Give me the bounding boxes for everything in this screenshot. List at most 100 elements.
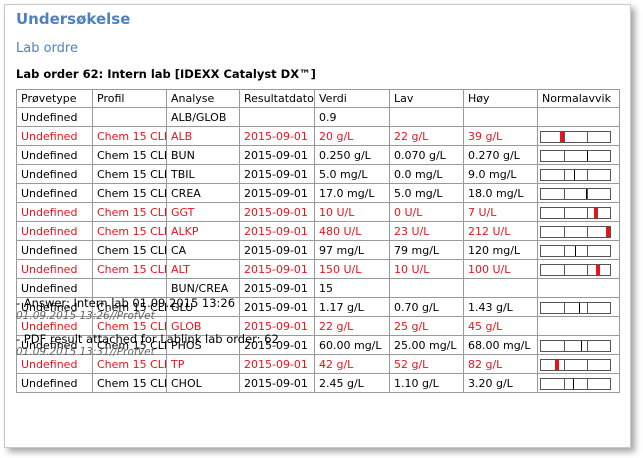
deviation-bar — [540, 168, 611, 181]
cell-value: 2.45 g/L — [314, 373, 390, 393]
cell-sample-type: Undefined — [16, 259, 93, 279]
cell-result-date: 2015-09-01 — [239, 145, 315, 165]
cell-normal-deviation — [537, 202, 620, 222]
cell-high: 39 g/L — [463, 126, 538, 146]
cell-low: 79 mg/L — [389, 240, 464, 260]
cell-normal-deviation — [537, 297, 620, 317]
cell-high: 45 g/L — [463, 316, 538, 336]
deviation-marker — [594, 207, 598, 218]
cell-analysis: GGT — [166, 202, 240, 222]
table-header-row: Prøvetype Profil Analyse Resultatdato Verdi L… — [16, 89, 620, 108]
deviation-bar — [540, 206, 611, 219]
table-row[interactable]: Undefined Chem 15 CLIP CREA 2015-09-01 17.0 … — [16, 183, 620, 203]
range-boundary-tick — [564, 378, 565, 389]
cell-result-date: 2015-09-01 — [239, 164, 315, 184]
cell-low: 0.0 mg/L — [389, 164, 464, 184]
range-boundary-tick — [564, 340, 565, 351]
deviation-marker — [573, 378, 574, 389]
cell-high: 7 U/L — [463, 202, 538, 222]
cell-analysis: TBIL — [166, 164, 240, 184]
cell-analysis: CREA — [166, 183, 240, 203]
cell-value: 15 — [314, 278, 390, 298]
cell-value: 1.17 g/L — [314, 297, 390, 317]
cell-low: 52 g/L — [389, 354, 464, 374]
table-row[interactable]: Undefined Chem 15 CLIP CHOL 2015-09-01 2.45 … — [16, 373, 620, 393]
table-row[interactable]: Undefined Chem 15 CLIP ALKP 2015-09-01 480 U… — [16, 221, 620, 241]
cell-high: 120 mg/L — [463, 240, 538, 260]
column-header[interactable]: Høy — [463, 89, 538, 108]
table-row[interactable]: Undefined Chem 15 CLIP BUN 2015-09-01 0.250 … — [16, 145, 620, 165]
deviation-bar — [540, 187, 611, 200]
deviation-bar — [540, 130, 611, 143]
column-header[interactable]: Lav — [389, 89, 464, 108]
cell-normal-deviation — [537, 183, 620, 203]
page-title: Undersøkelse — [16, 10, 131, 28]
cell-high: 0.270 g/L — [463, 145, 538, 165]
cell-high — [463, 278, 538, 298]
column-header[interactable]: Prøvetype — [16, 89, 93, 108]
table-row[interactable]: Undefined Chem 15 CLIP ALB 2015-09-01 20 g/L… — [16, 126, 620, 146]
cell-low: 1.10 g/L — [389, 373, 464, 393]
cell-analysis: CHOL — [166, 373, 240, 393]
cell-sample-type: Undefined — [16, 202, 93, 222]
cell-profile: Chem 15 CLIP — [92, 183, 167, 203]
cell-low: 22 g/L — [389, 126, 464, 146]
column-header[interactable]: Resultatdato — [239, 89, 315, 108]
deviation-marker — [575, 245, 576, 256]
table-row[interactable]: Undefined ALB/GLOB 0.9 — [16, 107, 620, 127]
cell-high: 100 U/L — [463, 259, 538, 279]
cell-value: 0.9 — [314, 107, 390, 127]
cell-result-date — [239, 107, 315, 127]
cell-sample-type: Undefined — [16, 126, 93, 146]
cell-low — [389, 278, 464, 298]
range-boundary-tick — [587, 226, 588, 237]
lab-order-title: Lab order 62: Intern lab [IDEXX Catalyst… — [16, 67, 316, 81]
deviation-bar — [540, 339, 611, 352]
cell-value: 42 g/L — [314, 354, 390, 374]
column-header[interactable]: Profil — [92, 89, 167, 108]
deviation-marker — [587, 150, 588, 161]
cell-value: 5.0 mg/L — [314, 164, 390, 184]
cell-high: 1.43 g/L — [463, 297, 538, 317]
cell-value: 0.250 g/L — [314, 145, 390, 165]
column-header[interactable]: Verdi — [314, 89, 390, 108]
answer-note-meta: 01.09.2015 13:26//ProfVet — [16, 310, 155, 322]
table-row[interactable]: Undefined BUN/CREA 2015-09-01 15 — [16, 278, 620, 298]
range-boundary-tick — [587, 378, 588, 389]
table-row[interactable]: Undefined Chem 15 CLIP ALT 2015-09-01 150 U/… — [16, 259, 620, 279]
column-header[interactable]: Analyse — [166, 89, 240, 108]
cell-high: 18.0 mg/L — [463, 183, 538, 203]
table-row[interactable]: Undefined Chem 15 CLIP GGT 2015-09-01 10 U/L… — [16, 202, 620, 222]
deviation-bar — [540, 263, 611, 276]
range-boundary-tick — [564, 264, 565, 275]
cell-result-date: 2015-09-01 — [239, 373, 315, 393]
table-row[interactable]: Undefined Chem 15 CLIP TBIL 2015-09-01 5.0 m… — [16, 164, 620, 184]
cell-sample-type: Undefined — [16, 221, 93, 241]
cell-low: 5.0 mg/L — [389, 183, 464, 203]
cell-high: 212 U/L — [463, 221, 538, 241]
table-row[interactable]: Undefined Chem 15 CLIP CA 2015-09-01 97 mg/L… — [16, 240, 620, 260]
answer-note: - Answer: Intern lab 01.09.2015 13:26 — [16, 296, 236, 310]
cell-result-date: 2015-09-01 — [239, 259, 315, 279]
range-boundary-tick — [587, 169, 588, 180]
cell-low: 0.70 g/L — [389, 297, 464, 317]
column-header[interactable]: Normalavvik — [537, 89, 620, 108]
deviation-bar — [540, 301, 611, 314]
section-title: Lab ordre — [16, 41, 78, 56]
range-boundary-tick — [587, 359, 588, 370]
cell-sample-type: Undefined — [16, 164, 93, 184]
cell-analysis: ALT — [166, 259, 240, 279]
cell-low: 25.00 mg/L — [389, 335, 464, 355]
deviation-marker — [606, 226, 610, 237]
cell-profile: Chem 15 CLIP — [92, 145, 167, 165]
cell-normal-deviation — [537, 145, 620, 165]
cell-analysis: BUN/CREA — [166, 278, 240, 298]
cell-result-date: 2015-09-01 — [239, 202, 315, 222]
deviation-bar — [540, 377, 611, 390]
cell-value: 480 U/L — [314, 221, 390, 241]
cell-high — [463, 107, 538, 127]
cell-high: 3.20 g/L — [463, 373, 538, 393]
deviation-marker — [560, 131, 564, 142]
cell-normal-deviation — [537, 354, 620, 374]
deviation-bar — [540, 358, 611, 371]
